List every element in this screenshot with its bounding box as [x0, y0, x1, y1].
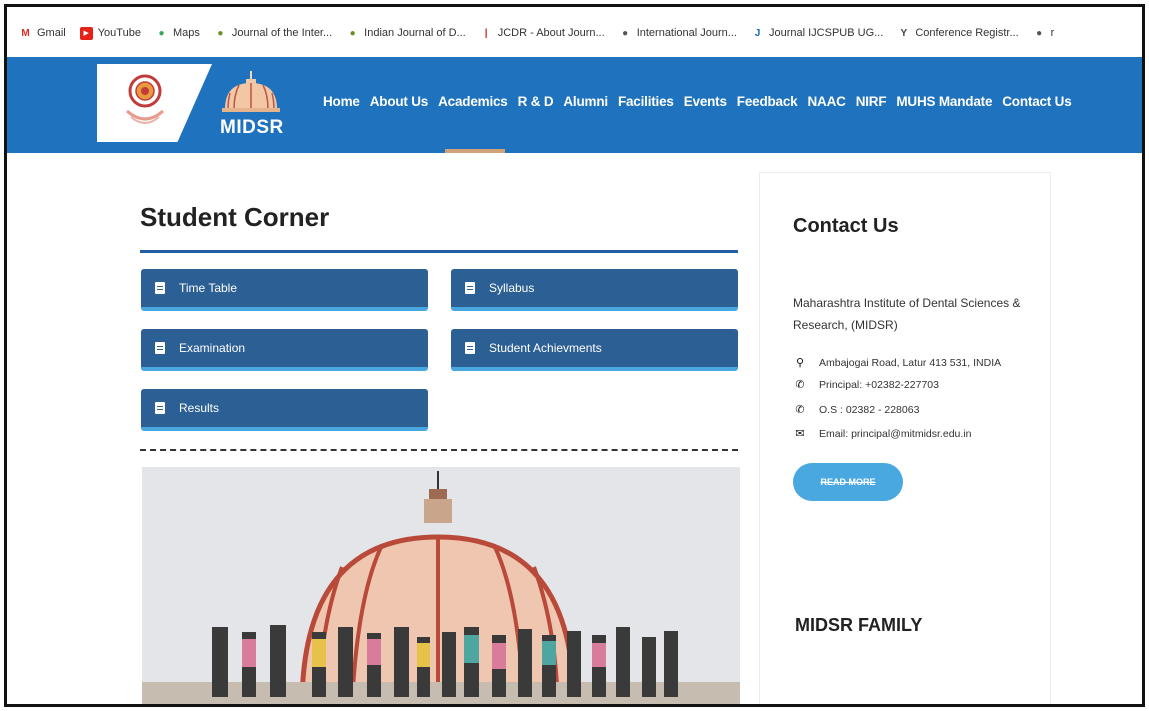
syllabus-label: Syllabus — [489, 281, 535, 295]
dashed-divider — [140, 449, 738, 451]
bookmark-indian-journal[interactable]: ● Indian Journal of D... — [346, 26, 466, 40]
location-pin-icon: ⚲ — [795, 357, 805, 369]
nav-nirf[interactable]: NIRF — [856, 94, 887, 109]
principal-phone-text: Principal: +02382-227703 — [819, 378, 939, 391]
globe-icon: ● — [346, 26, 360, 40]
jcdr-icon: | — [479, 26, 493, 40]
journal-icon: J — [750, 26, 764, 40]
nav-about-us[interactable]: About Us — [370, 94, 429, 109]
os-phone-text: O.S : 02382 - 228063 — [819, 403, 920, 416]
bookmarks-bar: M Gmail ▶ YouTube ● Maps ● Journal of the In… — [7, 7, 1142, 59]
main-nav: Home About Us Academics R & D Alumni Fac… — [323, 94, 1082, 109]
bookmark-youtube[interactable]: ▶ YouTube — [79, 26, 141, 40]
bookmark-journal-inter[interactable]: ● Journal of the Inter... — [213, 26, 332, 40]
examination-button[interactable]: Examination — [141, 329, 428, 371]
conference-icon: Y — [897, 26, 911, 40]
time-table-label: Time Table — [179, 281, 238, 295]
bookmark-jcdr[interactable]: | JCDR - About Journ... — [479, 26, 605, 40]
globe-icon: ● — [213, 26, 227, 40]
seal-logo-icon[interactable] — [119, 71, 171, 131]
bookmark-ijcspub[interactable]: J Journal IJCSPUB UG... — [750, 26, 883, 40]
document-icon — [155, 282, 165, 294]
nav-academics[interactable]: Academics — [438, 94, 508, 109]
nav-active-indicator — [445, 149, 505, 153]
campus-dome-photo — [142, 467, 740, 704]
bookmark-gmail[interactable]: M Gmail — [19, 26, 66, 40]
nav-contact-us[interactable]: Contact Us — [1002, 94, 1071, 109]
bookmark-maps[interactable]: ● Maps — [154, 26, 200, 40]
bookmark-international-journal[interactable]: ● International Journ... — [618, 26, 737, 40]
email-text: Email: principal@mitmidsr.edu.in — [819, 427, 972, 440]
screenshot-frame: M Gmail ▶ YouTube ● Maps ● Journal of the In… — [4, 4, 1145, 707]
syllabus-button[interactable]: Syllabus — [451, 269, 738, 311]
bookmark-conference[interactable]: Y Conference Registr... — [897, 26, 1019, 40]
contact-os: ✆ O.S : 02382 - 228063 — [793, 403, 920, 417]
phone-icon: ✆ — [795, 404, 805, 416]
time-table-button[interactable]: Time Table — [141, 269, 428, 311]
nav-muhs-mandate[interactable]: MUHS Mandate — [896, 94, 992, 109]
maps-pin-icon: ● — [154, 26, 168, 40]
globe-icon: ● — [618, 26, 632, 40]
results-button[interactable]: Results — [141, 389, 428, 431]
contact-address: ⚲ Ambajogai Road, Latur 413 531, INDIA — [793, 356, 1002, 370]
site-logo-text[interactable]: MIDSR — [220, 117, 284, 139]
student-achievements-button[interactable]: Student Achievments — [451, 329, 738, 371]
nav-r-and-d[interactable]: R & D — [518, 94, 554, 109]
gmail-icon: M — [19, 26, 32, 40]
globe-icon: ● — [1032, 26, 1046, 40]
nav-alumni[interactable]: Alumni — [563, 94, 608, 109]
student-achievements-label: Student Achievments — [489, 341, 602, 355]
document-icon — [465, 282, 475, 294]
contact-email: ✉ Email: principal@mitmidsr.edu.in — [793, 427, 972, 441]
results-label: Results — [179, 401, 220, 415]
document-icon — [465, 342, 475, 354]
nav-facilities[interactable]: Facilities — [618, 94, 674, 109]
midsr-family-title: MIDSR FAMILY — [795, 615, 923, 635]
site-header: MIDSR Home About Us Academics R & D Alum… — [7, 57, 1142, 153]
title-divider — [140, 250, 738, 253]
nav-events[interactable]: Events — [684, 94, 727, 109]
page-title: Student Corner — [140, 202, 330, 232]
nav-naac[interactable]: NAAC — [807, 94, 845, 109]
document-icon — [155, 402, 165, 414]
contact-principal: ✆ Principal: +02382-227703 — [793, 378, 939, 392]
dome-logo-icon[interactable] — [220, 71, 282, 113]
bookmark-r[interactable]: ● r — [1032, 26, 1054, 40]
envelope-icon: ✉ — [795, 428, 805, 440]
nav-home[interactable]: Home — [323, 94, 360, 109]
read-more-button[interactable]: READ MORE — [793, 463, 903, 501]
youtube-icon: ▶ — [79, 26, 93, 40]
institute-name: Maharashtra Institute of Dental Sciences… — [793, 296, 1021, 332]
address-text: Ambajogai Road, Latur 413 531, INDIA — [819, 356, 1002, 369]
contact-title: Contact Us — [793, 215, 899, 237]
nav-feedback[interactable]: Feedback — [737, 94, 798, 109]
document-icon — [155, 342, 165, 354]
examination-label: Examination — [179, 341, 246, 355]
phone-icon: ✆ — [795, 379, 805, 391]
